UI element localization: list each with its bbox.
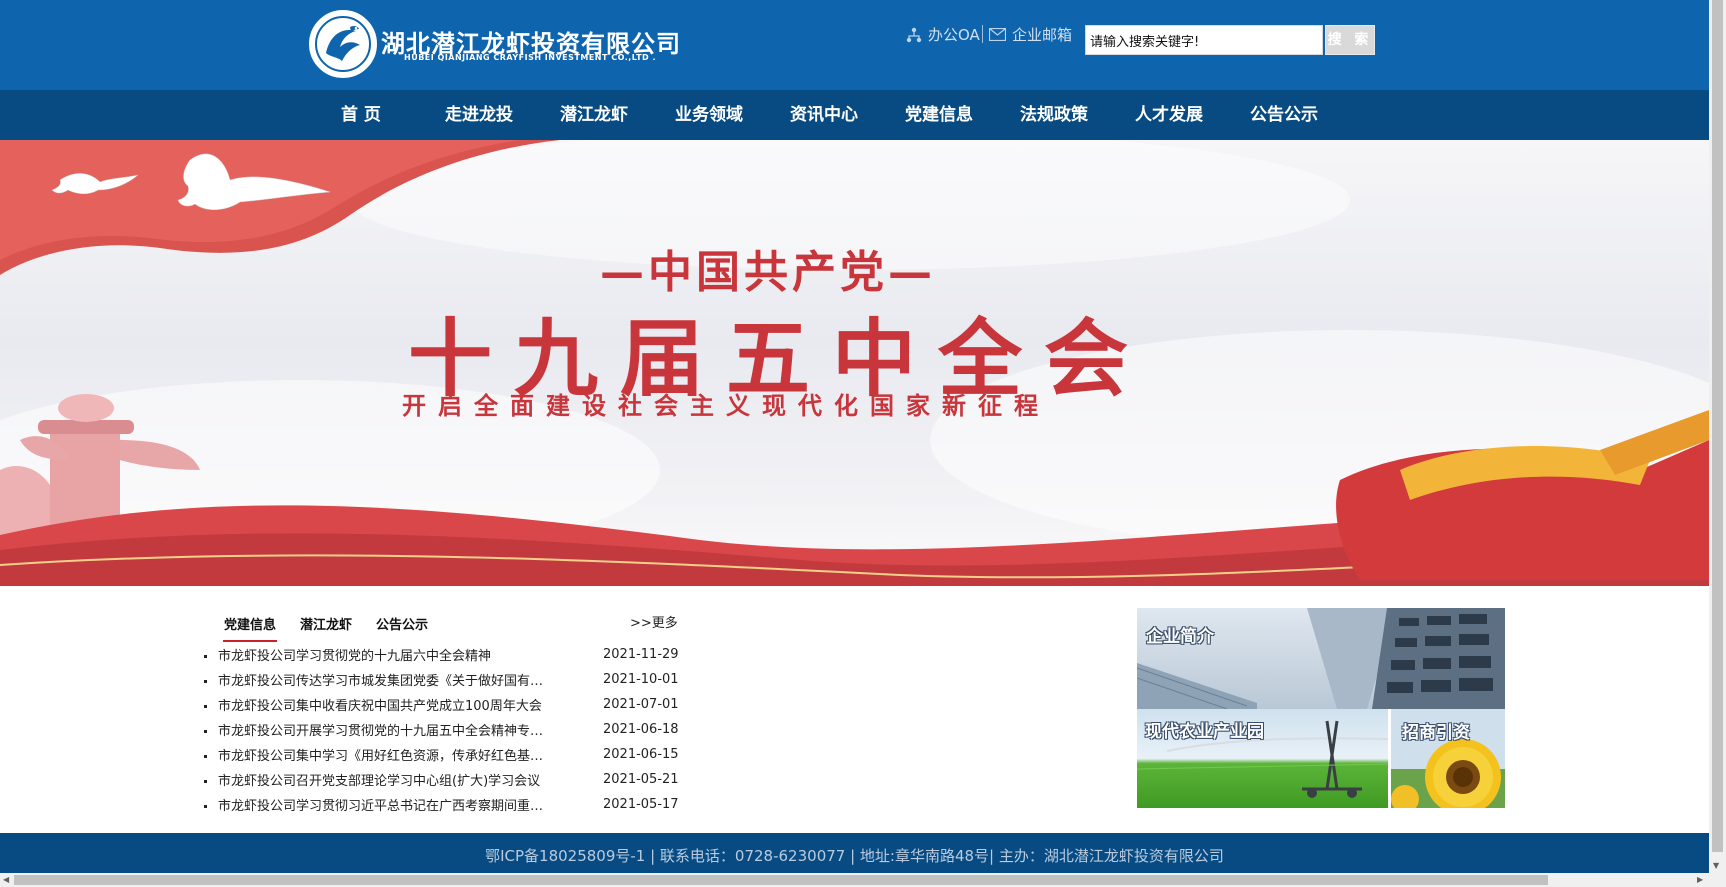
bullet-icon [204, 705, 207, 708]
enterprise-mail-link[interactable]: 企业邮箱 [989, 24, 1072, 45]
nav-item-home[interactable]: 首 页 [341, 90, 381, 140]
link-divider [982, 25, 983, 43]
banner-heading-small: —中国共产党— [600, 247, 936, 298]
scroll-right-arrow-icon[interactable]: ▶ [1697, 875, 1703, 885]
scroll-down-arrow-icon[interactable]: ▼ [1713, 861, 1719, 871]
nav-item-party[interactable]: 党建信息 [905, 90, 973, 140]
search-input[interactable] [1085, 25, 1323, 55]
scroll-left-arrow-icon[interactable]: ◀ [3, 875, 9, 885]
list-item[interactable]: 市龙虾投公司学习贯彻党的十九届六中全会精神 2021-11-29 [204, 644, 682, 669]
tab-party-info[interactable]: 党建信息 [222, 614, 278, 642]
news-date: 2021-10-01 [603, 672, 679, 687]
nav-item-business[interactable]: 业务领域 [675, 90, 743, 140]
site-header: 湖北潜江龙虾投资有限公司 HUBEI QIANJIANG CRAYFISH IN… [0, 0, 1709, 90]
bullet-icon [204, 730, 207, 733]
news-title: 市龙虾投公司集中收看庆祝中国共产党成立100周年大会 [218, 699, 542, 714]
hero-banner[interactable]: —中国共产党— 十九届五中全会 开启全面建设社会主义现代化国家新征程 [0, 140, 1709, 586]
company-logo[interactable] [309, 10, 377, 78]
bullet-icon [204, 680, 207, 683]
list-item[interactable]: 市龙虾投公司学习贯彻习近平总书记在广西考察期间重要讲话精神 2021-05-17 [204, 794, 682, 819]
news-title: 市龙虾投公司学习贯彻党的十九届六中全会精神 [218, 649, 492, 664]
more-link[interactable]: >>更多 [630, 612, 678, 631]
news-title: 市龙虾投公司传达学习市城发集团党委《关于做好国有企业党建工作的通知》 [218, 674, 554, 689]
bullet-icon [204, 780, 207, 783]
news-date: 2021-06-18 [603, 722, 679, 737]
office-oa-link[interactable]: 办公OA [906, 24, 980, 45]
agri-park-panel[interactable]: 现代农业产业园 [1137, 709, 1388, 808]
news-list: 市龙虾投公司学习贯彻党的十九届六中全会精神 2021-11-29 市龙虾投公司传… [204, 644, 682, 819]
list-item[interactable]: 市龙虾投公司开展学习贯彻党的十九届五中全会精神专题学习 2021-06-18 [204, 719, 682, 744]
news-date: 2021-05-21 [603, 772, 679, 787]
investment-title: 招商引资 [1402, 723, 1470, 743]
news-date: 2021-07-01 [603, 697, 679, 712]
tab-crayfish[interactable]: 潜江龙虾 [300, 614, 352, 633]
bullet-icon [204, 655, 207, 658]
tab-notice[interactable]: 公告公示 [376, 614, 428, 633]
horizontal-scroll-thumb[interactable] [14, 875, 1548, 885]
news-title: 市龙虾投公司集中学习《用好红色资源，传承好红色基因》 [218, 749, 554, 764]
news-date: 2021-05-17 [603, 797, 679, 812]
nav-item-policy[interactable]: 法规政策 [1020, 90, 1088, 140]
nav-item-notice[interactable]: 公告公示 [1250, 90, 1318, 140]
vertical-scroll-thumb[interactable] [1712, 0, 1723, 852]
bullet-icon [204, 805, 207, 808]
crane-emblem-icon [313, 14, 373, 74]
news-date: 2021-11-29 [603, 647, 679, 662]
company-name-en: HUBEI QIANJIANG CRAYFISH INVESTMENT CO.,… [404, 53, 656, 62]
nav-item-about[interactable]: 走进龙投 [445, 90, 513, 140]
bullet-icon [204, 755, 207, 758]
news-title: 市龙虾投公司学习贯彻习近平总书记在广西考察期间重要讲话精神 [218, 799, 554, 814]
news-title: 市龙虾投公司开展学习贯彻党的十九届五中全会精神专题学习 [218, 724, 554, 739]
site-footer: 鄂ICP备18025809号-1 | 联系电话：0728-6230077 | 地… [0, 833, 1709, 873]
news-title: 市龙虾投公司召开党支部理论学习中心组(扩大)学习会议 [218, 774, 541, 789]
nav-item-news[interactable]: 资讯中心 [790, 90, 858, 140]
nav-item-talent[interactable]: 人才发展 [1135, 90, 1203, 140]
company-intro-title: 企业简介 [1146, 627, 1214, 647]
company-intro-panel[interactable]: 企业简介 [1137, 608, 1505, 709]
investment-panel[interactable]: 招商引资 [1391, 709, 1505, 808]
list-item[interactable]: 市龙虾投公司传达学习市城发集团党委《关于做好国有企业党建工作的通知》 2021-… [204, 669, 682, 694]
footer-info: 鄂ICP备18025809号-1 | 联系电话：0728-6230077 | 地… [485, 847, 1224, 865]
banner-subheading: 开启全面建设社会主义现代化国家新征程 [402, 392, 1050, 420]
news-date: 2021-06-15 [603, 747, 679, 762]
list-item[interactable]: 市龙虾投公司集中收看庆祝中国共产党成立100周年大会 2021-07-01 [204, 694, 682, 719]
main-nav: 首 页 走进龙投 潜江龙虾 业务领域 资讯中心 党建信息 法规政策 人才发展 公… [0, 90, 1709, 140]
list-item[interactable]: 市龙虾投公司召开党支部理论学习中心组(扩大)学习会议 2021-05-21 [204, 769, 682, 794]
enterprise-mail-label: 企业邮箱 [1012, 26, 1073, 44]
envelope-icon [989, 28, 1006, 41]
agri-park-title: 现代农业产业园 [1145, 722, 1264, 742]
search-button[interactable]: 搜 索 [1325, 25, 1375, 55]
list-item[interactable]: 市龙虾投公司集中学习《用好红色资源，传承好红色基因》 2021-06-15 [204, 744, 682, 769]
office-oa-label: 办公OA [928, 26, 980, 44]
nav-item-crayfish[interactable]: 潜江龙虾 [560, 90, 628, 140]
network-icon [906, 27, 922, 42]
